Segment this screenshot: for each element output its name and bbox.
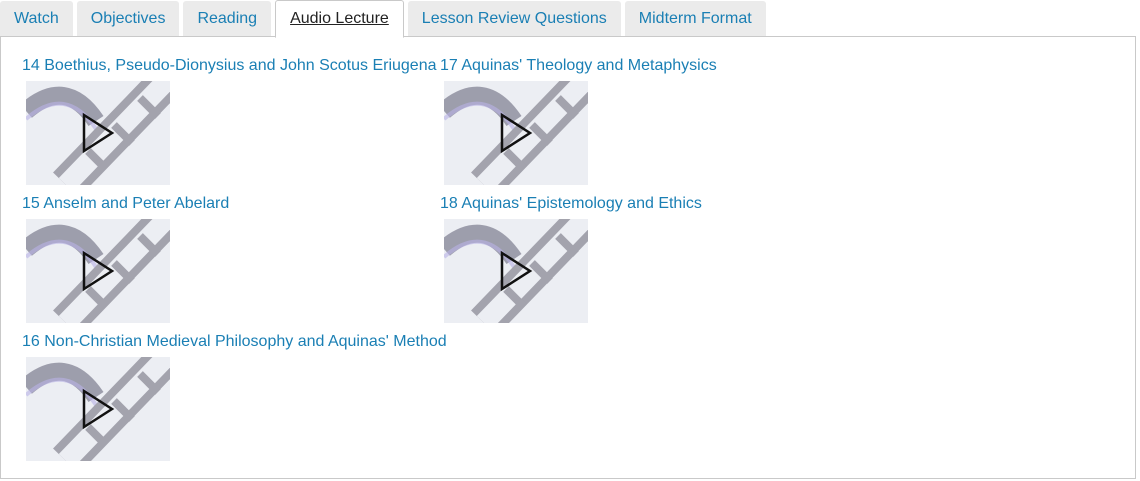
lecture-item: 15 Anselm and Peter Abelard: [22, 194, 229, 323]
tab-audio-lecture[interactable]: Audio Lecture: [275, 0, 404, 38]
play-icon: [26, 81, 170, 185]
tab-label: Reading: [197, 10, 258, 27]
lecture-item: 17 Aquinas' Theology and Metaphysics: [440, 56, 717, 185]
lecture-item: 14 Boethius, Pseudo-Dionysius and John S…: [22, 56, 436, 185]
tab-reading[interactable]: Reading: [183, 1, 272, 37]
lecture-video-thumbnail[interactable]: [26, 357, 170, 461]
play-icon: [444, 81, 588, 185]
tab-bar: Watch Objectives Reading Audio Lecture L…: [0, 0, 1140, 38]
audio-lecture-panel: 14 Boethius, Pseudo-Dionysius and John S…: [0, 36, 1136, 479]
lecture-link[interactable]: 17 Aquinas' Theology and Metaphysics: [440, 56, 717, 76]
lecture-video-thumbnail[interactable]: [444, 81, 588, 185]
tab-lesson-review-questions[interactable]: Lesson Review Questions: [407, 1, 621, 37]
lecture-link[interactable]: 18 Aquinas' Epistemology and Ethics: [440, 194, 702, 214]
lecture-video-thumbnail[interactable]: [26, 219, 170, 323]
tab-label: Midterm Format: [638, 10, 752, 27]
play-icon: [444, 219, 588, 323]
lecture-video-thumbnail[interactable]: [26, 81, 170, 185]
tab-label: Watch: [14, 10, 59, 27]
tab-watch[interactable]: Watch: [0, 1, 73, 37]
lecture-link[interactable]: 15 Anselm and Peter Abelard: [22, 194, 229, 214]
tab-label: Audio Lecture: [290, 10, 389, 27]
play-icon: [26, 219, 170, 323]
lecture-video-thumbnail[interactable]: [444, 219, 588, 323]
lecture-item: 16 Non-Christian Medieval Philosophy and…: [22, 332, 447, 461]
tab-objectives[interactable]: Objectives: [76, 1, 180, 37]
lecture-link[interactable]: 16 Non-Christian Medieval Philosophy and…: [22, 332, 447, 352]
lecture-link[interactable]: 14 Boethius, Pseudo-Dionysius and John S…: [22, 56, 436, 76]
lecture-item: 18 Aquinas' Epistemology and Ethics: [440, 194, 702, 323]
play-icon: [26, 357, 170, 461]
tab-label: Lesson Review Questions: [421, 10, 607, 27]
tab-label: Objectives: [90, 10, 166, 27]
tab-midterm-format[interactable]: Midterm Format: [624, 1, 766, 37]
